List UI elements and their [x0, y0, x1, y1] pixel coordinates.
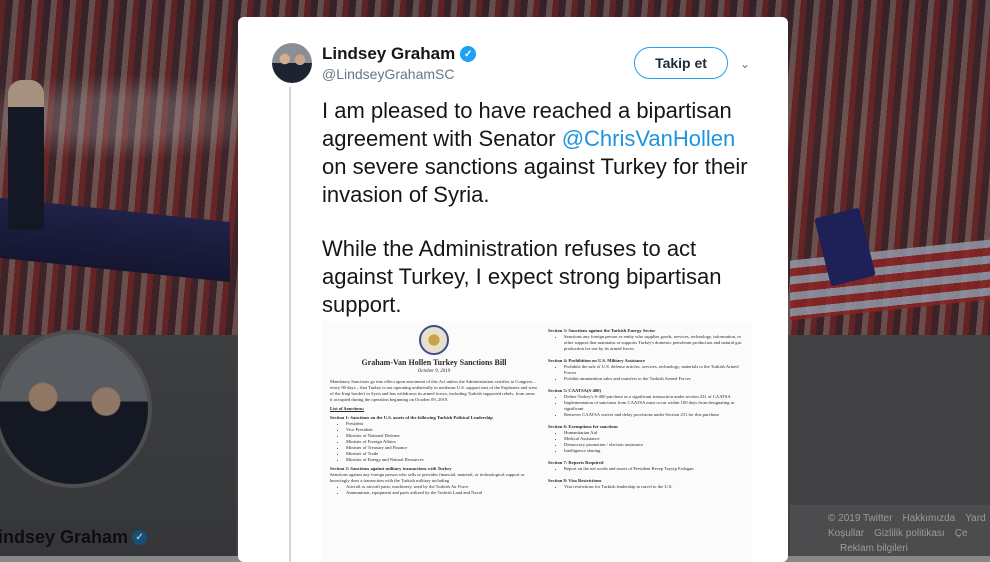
chevron-down-icon[interactable]: ⌄	[736, 55, 754, 73]
list-item: Prohibits the sale of U.S. defense artic…	[564, 364, 748, 376]
senate-seal-icon	[419, 325, 449, 355]
mention-link[interactable]: @ChrisVanHollen	[562, 126, 736, 151]
document-date: October 9, 2019	[417, 369, 451, 374]
document-section-1-list: President Vice President Minister of Nat…	[330, 421, 538, 463]
document-section-8-list: Visa restrictions for Turkish leadership…	[548, 484, 748, 490]
tweet-paragraph-2: While the Administration refuses to act …	[322, 236, 722, 317]
author-avatar[interactable]	[272, 43, 312, 83]
list-item: Report on the net worth and assets of Pr…	[564, 466, 748, 472]
list-item: Minister of Energy and Natural Resources	[346, 457, 538, 463]
list-item: Ammunition, equipment and parts utilized…	[346, 490, 538, 496]
document-section-3-list: Sanctions any foreign person or entity w…	[548, 334, 748, 352]
thread-line	[289, 87, 291, 562]
list-item: Implementation of sanctions from CAATSA …	[564, 400, 748, 412]
document-section-4-list: Prohibits the sale of U.S. defense artic…	[548, 364, 748, 382]
list-item: Prohibit ammunition sales and transfers …	[564, 376, 748, 382]
follow-button[interactable]: Takip et	[634, 47, 728, 79]
document-section-6-list: Humanitarian Aid Medical Assistance Demo…	[548, 430, 748, 454]
author-handle[interactable]: @LindseyGrahamSC	[322, 66, 455, 82]
document-intro: Mandatory Sanctions go into effect upon …	[330, 379, 537, 402]
list-item: Sanctions any foreign person or entity w…	[564, 334, 748, 352]
document-list-heading: List of Sanctions:	[330, 406, 365, 411]
document-section-2-text: Sanctions against any foreign person who…	[330, 472, 525, 483]
tweet-attached-image[interactable]: Graham-Van Hollen Turkey Sanctions Bill …	[322, 321, 752, 562]
author-display-name[interactable]: Lindsey Graham	[322, 44, 455, 64]
list-item: Removes CAATSA waiver and delay provisio…	[564, 412, 748, 418]
document-title: Graham-Van Hollen Turkey Sanctions Bill	[361, 358, 507, 367]
document-section-7-list: Report on the net worth and assets of Pr…	[548, 466, 748, 472]
tweet-text-part-b: on severe sanctions against Turkey for t…	[322, 154, 748, 207]
list-item: Visa restrictions for Turkish leadership…	[564, 484, 748, 490]
author-name-row: Lindsey Graham ✓	[322, 44, 477, 64]
list-item: Intelligence sharing	[564, 448, 748, 454]
tweet-modal: Lindsey Graham ✓ @LindseyGrahamSC Takip …	[238, 17, 788, 562]
document-left-column: Graham-Van Hollen Turkey Sanctions Bill …	[330, 321, 538, 496]
document-section-5-list: Define Turkey's S-400 purchase as a sign…	[548, 394, 748, 418]
tweet-paragraph-1: I am pleased to have reached a bipartisa…	[322, 97, 762, 209]
document-right-column: Section 3: Sanctions against the Turkish…	[548, 325, 748, 490]
verified-badge-icon: ✓	[460, 46, 477, 62]
tweet-text: I am pleased to have reached a bipartisa…	[322, 97, 762, 319]
document-section-2-list: Aircraft or aircraft parts, machinery, u…	[330, 484, 538, 496]
